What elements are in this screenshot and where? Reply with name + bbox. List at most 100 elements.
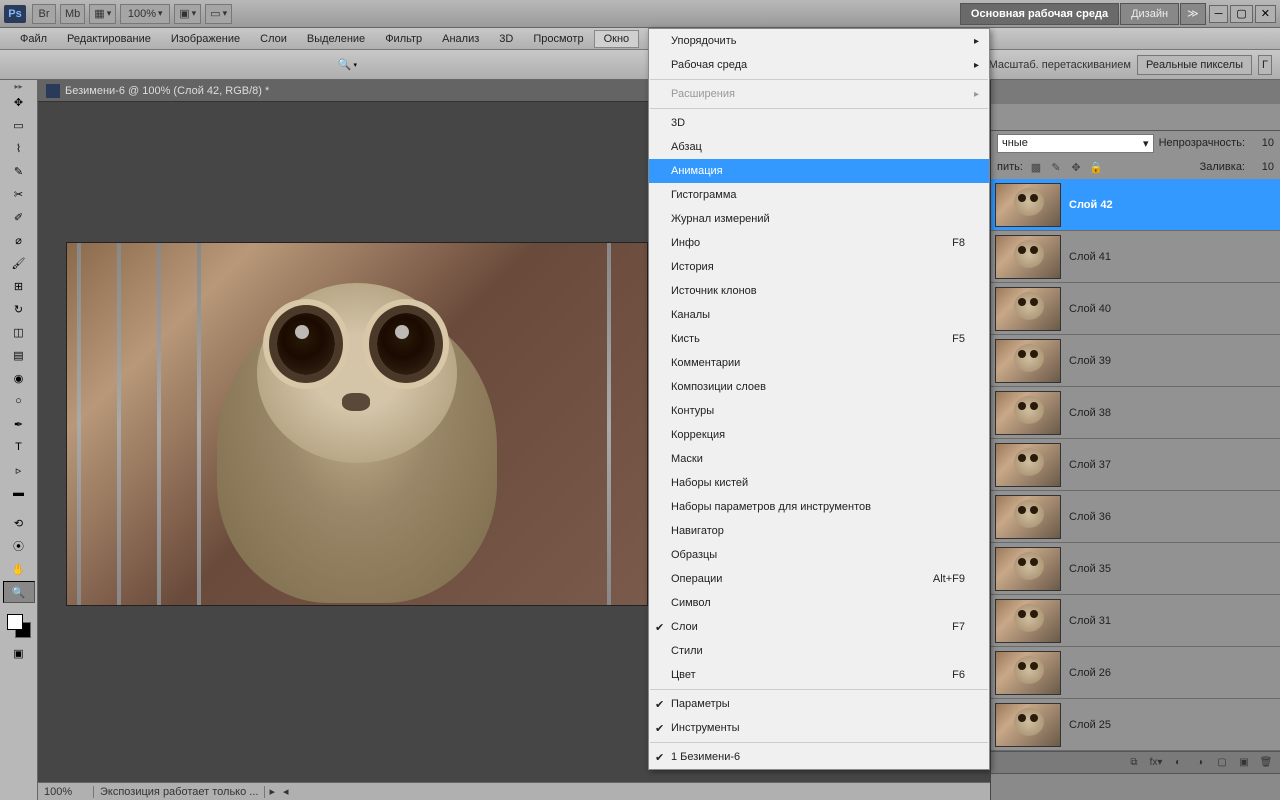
layer-row[interactable]: Слой 37 <box>991 439 1280 491</box>
crop-tool[interactable]: ✂ <box>3 183 35 205</box>
layer-fx-icon[interactable]: fx▾ <box>1148 756 1164 770</box>
top-panel-tabs[interactable] <box>991 80 1280 104</box>
current-tool-icon[interactable]: 🔍▾ <box>331 54 363 76</box>
menu-item-рабочая-среда[interactable]: Рабочая среда <box>649 53 989 77</box>
layer-thumbnail[interactable] <box>995 287 1061 331</box>
3d-rotate-tool[interactable]: ⟲ <box>3 512 35 534</box>
status-info[interactable]: Экспозиция работает только ... <box>94 786 265 798</box>
workspace-tab-design[interactable]: Дизайн <box>1120 3 1179 25</box>
layer-thumbnail[interactable] <box>995 235 1061 279</box>
menu-item-упорядочить[interactable]: Упорядочить <box>649 29 989 53</box>
link-layers-icon[interactable]: ⧉ <box>1126 756 1142 770</box>
bridge-button[interactable]: Br <box>32 4 56 24</box>
blur-tool[interactable]: ◉ <box>3 367 35 389</box>
zoom-level-dropdown[interactable]: 100%▾ <box>120 4 170 24</box>
menu-edit[interactable]: Редактирование <box>57 30 161 48</box>
layer-row[interactable]: Слой 41 <box>991 231 1280 283</box>
window-close-button[interactable]: ✕ <box>1255 5 1276 23</box>
status-scroll-left-icon[interactable]: ◂ <box>279 785 293 798</box>
menu-filter[interactable]: Фильтр <box>375 30 432 48</box>
lock-all-icon[interactable]: 🔒 <box>1088 159 1104 175</box>
lock-position-icon[interactable]: ✥ <box>1068 159 1084 175</box>
menu-item-коррекция[interactable]: Коррекция <box>649 423 989 447</box>
menu-item-кисть[interactable]: КистьF5 <box>649 327 989 351</box>
eyedropper-tool[interactable]: ✐ <box>3 206 35 228</box>
menu-item-инструменты[interactable]: ✔Инструменты <box>649 716 989 740</box>
delete-layer-icon[interactable]: 🗑 <box>1258 756 1274 770</box>
actual-pixels-button[interactable]: Реальные пикселы <box>1137 55 1252 75</box>
layer-thumbnail[interactable] <box>995 183 1061 227</box>
extras-button[interactable]: ▭▾ <box>205 4 232 24</box>
menu-item-стили[interactable]: Стили <box>649 639 989 663</box>
layer-thumbnail[interactable] <box>995 703 1061 747</box>
menu-item-комментарии[interactable]: Комментарии <box>649 351 989 375</box>
pen-tool[interactable]: ✒ <box>3 413 35 435</box>
workspace-tab-main[interactable]: Основная рабочая среда <box>960 3 1119 25</box>
menu-item-каналы[interactable]: Каналы <box>649 303 989 327</box>
window-minimize-button[interactable]: ─ <box>1209 5 1229 23</box>
menu-item-история[interactable]: История <box>649 255 989 279</box>
3d-camera-tool[interactable]: ⦿ <box>3 535 35 557</box>
layer-row[interactable]: Слой 35 <box>991 543 1280 595</box>
eraser-tool[interactable]: ◫ <box>3 321 35 343</box>
canvas-image[interactable] <box>66 242 648 606</box>
menu-window[interactable]: Окно <box>594 30 640 48</box>
menu-item-параметры[interactable]: ✔Параметры <box>649 692 989 716</box>
layer-row[interactable]: Слой 38 <box>991 387 1280 439</box>
layer-row[interactable]: Слой 42 <box>991 179 1280 231</box>
menu-3d[interactable]: 3D <box>489 30 523 48</box>
layer-thumbnail[interactable] <box>995 599 1061 643</box>
menu-layer[interactable]: Слои <box>250 30 297 48</box>
menu-item-наборы-кистей[interactable]: Наборы кистей <box>649 471 989 495</box>
layer-thumbnail[interactable] <box>995 495 1061 539</box>
menu-item-инфо[interactable]: ИнфоF8 <box>649 231 989 255</box>
menu-select[interactable]: Выделение <box>297 30 375 48</box>
quick-mask-toggle[interactable]: ▣ <box>3 642 35 664</box>
layer-row[interactable]: Слой 31 <box>991 595 1280 647</box>
menu-item-источник-клонов[interactable]: Источник клонов <box>649 279 989 303</box>
opacity-value[interactable]: 10 <box>1250 137 1274 149</box>
menu-item-1-безимени-6[interactable]: ✔1 Безимени-6 <box>649 745 989 769</box>
menu-item-журнал-измерений[interactable]: Журнал измерений <box>649 207 989 231</box>
menu-item-композиции-слоев[interactable]: Композиции слоев <box>649 375 989 399</box>
menu-item-анимация[interactable]: Анимация <box>649 159 989 183</box>
move-tool[interactable]: ✥ <box>3 91 35 113</box>
menu-item-цвет[interactable]: ЦветF6 <box>649 663 989 687</box>
layer-row[interactable]: Слой 36 <box>991 491 1280 543</box>
menu-item-слои[interactable]: ✔СлоиF7 <box>649 615 989 639</box>
menu-item-гистограмма[interactable]: Гистограмма <box>649 183 989 207</box>
layer-thumbnail[interactable] <box>995 339 1061 383</box>
healing-tool[interactable]: ⌀ <box>3 229 35 251</box>
window-maximize-button[interactable]: ▢ <box>1230 5 1252 23</box>
fit-screen-button-partial[interactable]: Г <box>1258 55 1272 75</box>
menu-item-операции[interactable]: ОперацииAlt+F9 <box>649 567 989 591</box>
layer-thumbnail[interactable] <box>995 651 1061 695</box>
layer-group-icon[interactable]: ▢ <box>1214 756 1230 770</box>
menu-item-навигатор[interactable]: Навигатор <box>649 519 989 543</box>
lock-transparency-icon[interactable]: ▩ <box>1028 159 1044 175</box>
zoom-tool[interactable]: 🔍 <box>3 581 35 603</box>
menu-item-контуры[interactable]: Контуры <box>649 399 989 423</box>
shape-tool[interactable]: ▬ <box>3 482 35 504</box>
lock-brush-icon[interactable]: ✎ <box>1048 159 1064 175</box>
menu-item-наборы-параметров-для-инструментов[interactable]: Наборы параметров для инструментов <box>649 495 989 519</box>
status-zoom[interactable]: 100% <box>44 786 94 798</box>
history-brush-tool[interactable]: ↻ <box>3 298 35 320</box>
path-select-tool[interactable]: ▹ <box>3 459 35 481</box>
menu-item-маски[interactable]: Маски <box>649 447 989 471</box>
layer-row[interactable]: Слой 25 <box>991 699 1280 751</box>
layer-thumbnail[interactable] <box>995 443 1061 487</box>
layer-row[interactable]: Слой 26 <box>991 647 1280 699</box>
menu-item-3d[interactable]: 3D <box>649 111 989 135</box>
status-arrow-icon[interactable]: ▸ <box>265 785 279 798</box>
layer-row[interactable]: Слой 39 <box>991 335 1280 387</box>
menu-view[interactable]: Просмотр <box>523 30 593 48</box>
menu-item-символ[interactable]: Символ <box>649 591 989 615</box>
adjustment-layer-icon[interactable]: ◑ <box>1192 756 1208 770</box>
dodge-tool[interactable]: ○ <box>3 390 35 412</box>
color-swatch[interactable] <box>7 614 31 638</box>
fill-value[interactable]: 10 <box>1250 161 1274 173</box>
stamp-tool[interactable]: ⊞ <box>3 275 35 297</box>
menu-file[interactable]: Файл <box>10 30 57 48</box>
minibridge-button[interactable]: Mb <box>60 4 85 24</box>
